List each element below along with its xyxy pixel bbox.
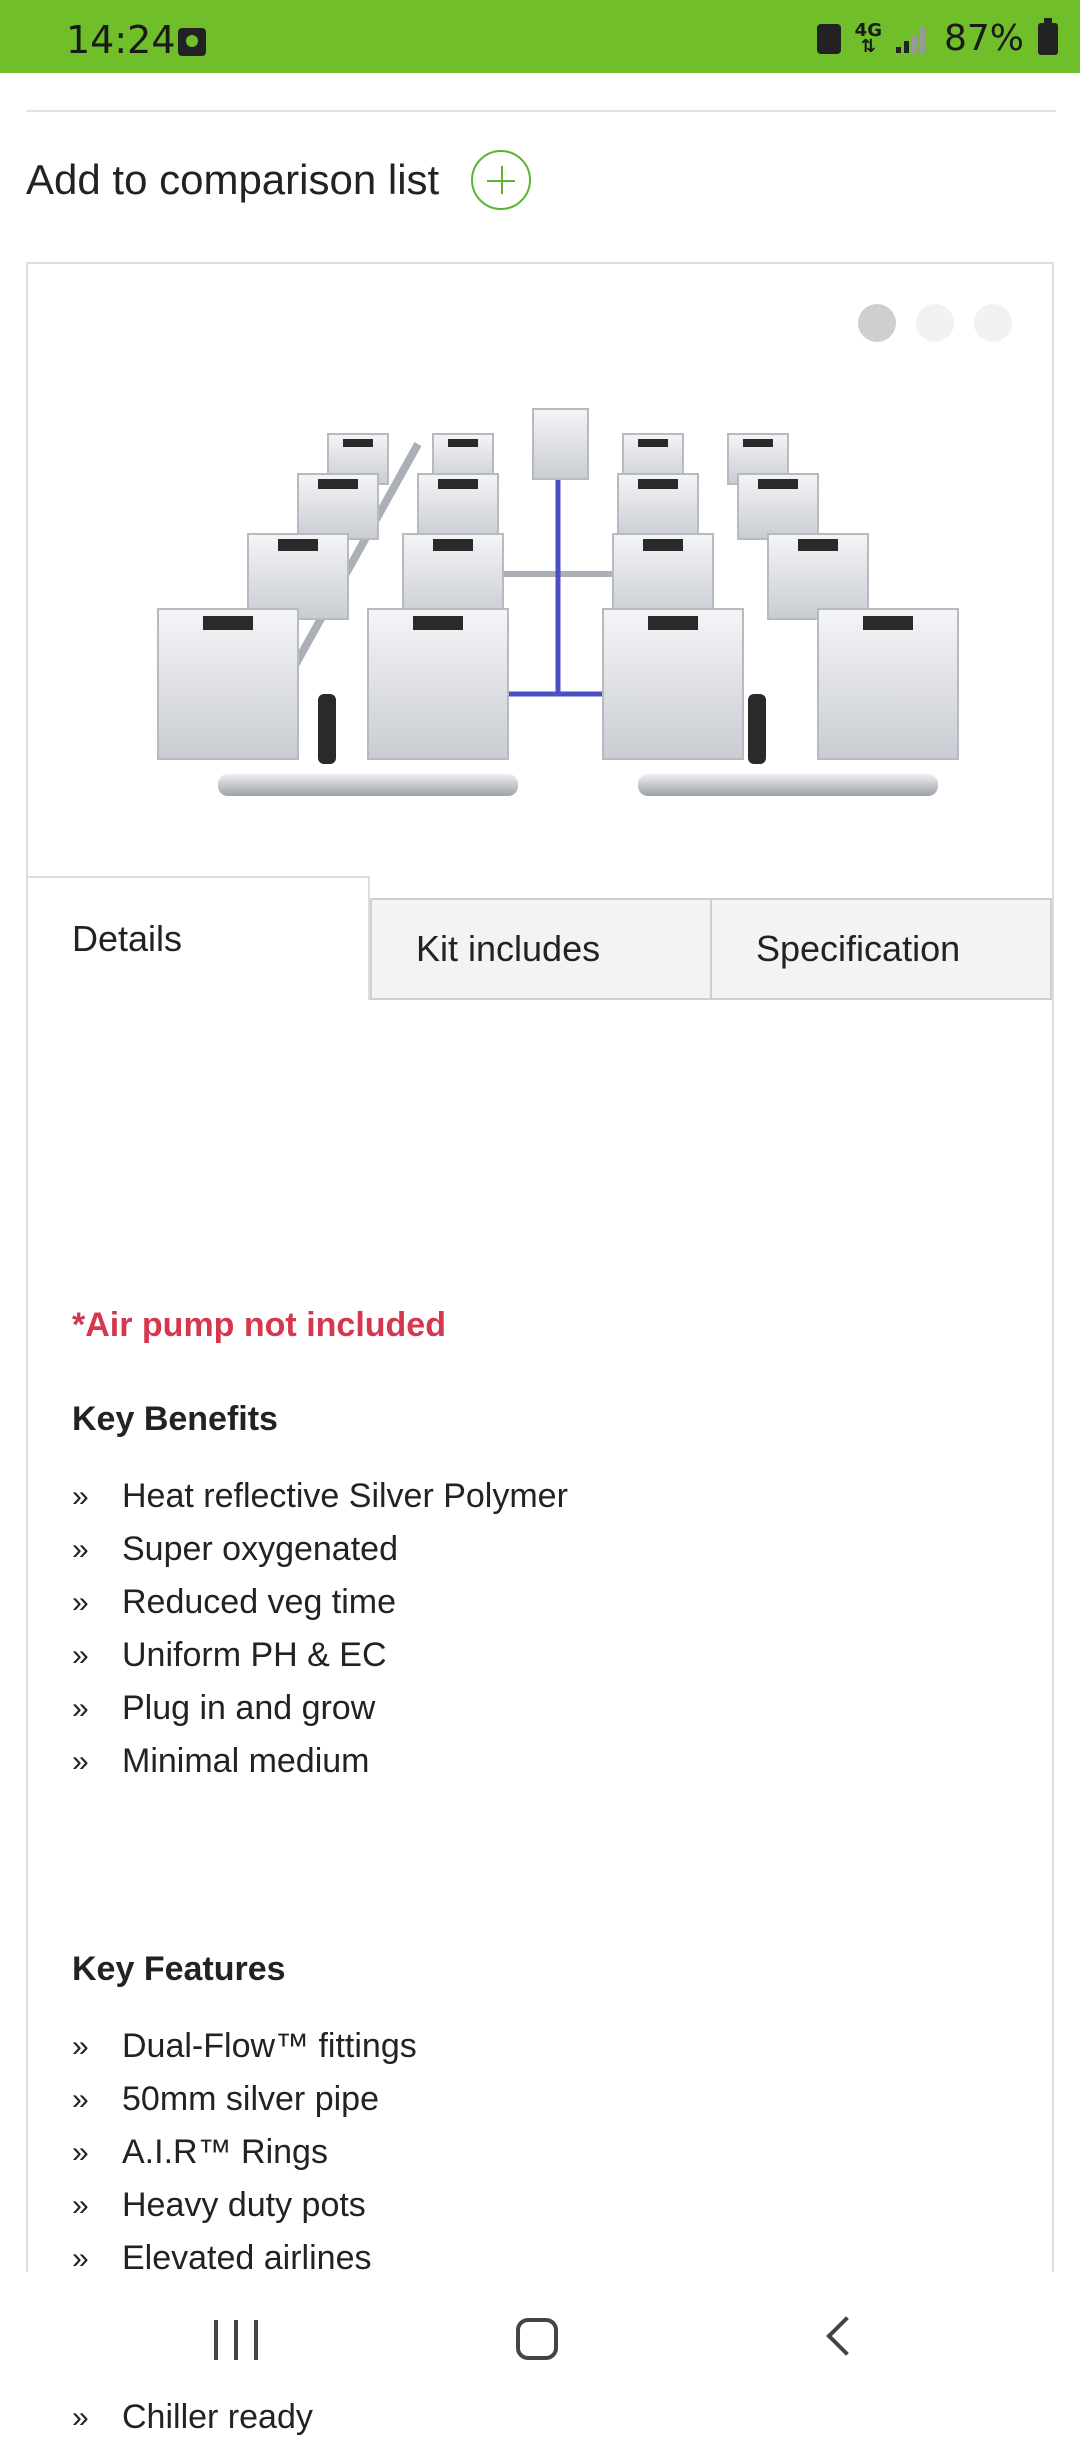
tab-details[interactable]: Details (28, 876, 370, 1000)
network-type: 4G ⇅ (854, 19, 882, 57)
home-button[interactable] (516, 2318, 558, 2360)
gallery-dot-3[interactable] (974, 304, 1012, 342)
product-image (157, 408, 959, 796)
divider (26, 110, 1056, 112)
gallery-dot-2[interactable] (916, 304, 954, 342)
bullet-glyph: » (72, 2083, 89, 2116)
list-item-text: Super oxygenated (122, 1530, 398, 1568)
comparison-label: Add to comparison list (26, 156, 440, 203)
product-card: Details Kit includes Specification *Air … (26, 262, 1054, 2436)
bullet-glyph: » (72, 1480, 89, 1513)
bullet-glyph: » (72, 2030, 89, 2063)
gallery-dot-1[interactable] (858, 304, 896, 342)
recycle-icon (816, 23, 841, 54)
bullet-glyph: » (72, 1533, 89, 1566)
battery-icon (1038, 17, 1058, 55)
list-item-text: Minimal medium (122, 1742, 370, 1780)
list-item: » Dual-Flow™ fittings (72, 2020, 417, 2073)
list-item: » Super oxygenated (72, 1523, 568, 1576)
comparison-row[interactable]: Add to comparison list (26, 150, 532, 210)
product-tabs: Details Kit includes Specification (28, 876, 1052, 1000)
list-item-text: Uniform PH & EC (122, 1636, 387, 1674)
add-circle-icon[interactable] (471, 150, 532, 210)
list-item-text: A.I.R™ Rings (122, 2133, 328, 2171)
list-item-text: Reduced veg time (122, 1583, 397, 1621)
key-benefits-list: » Heat reflective Silver Polymer » Super ox… (72, 1470, 568, 1788)
list-item: » Heat reflective Silver Polymer (72, 1470, 568, 1523)
list-item-text: Heavy duty pots (122, 2186, 366, 2224)
bullet-glyph: » (72, 2136, 89, 2169)
gallery-pagination (858, 304, 1012, 342)
status-icons: 4G ⇅ 87% (816, 17, 1058, 59)
key-features-title: Key Features (72, 1950, 286, 1988)
list-item: » 50mm silver pipe (72, 2073, 417, 2126)
key-benefits-title: Key Benefits (72, 1400, 278, 1438)
air-pump-warning: *Air pump not included (72, 1306, 446, 1344)
media-notification-icon (178, 28, 206, 56)
list-item: » Heavy duty pots (72, 2179, 417, 2232)
list-item: » A.I.R™ Rings (72, 2126, 417, 2179)
product-gallery[interactable] (28, 264, 1052, 876)
list-item: » Uniform PH & EC (72, 1629, 568, 1682)
list-item-text: Plug in and grow (122, 1689, 376, 1727)
signal-icon (895, 25, 930, 53)
back-button[interactable] (826, 2316, 866, 2356)
bullet-glyph: » (72, 1692, 89, 1725)
status-bar: 14:24 4G ⇅ 87% (0, 0, 1080, 73)
list-item: » Minimal medium (72, 1735, 568, 1788)
list-item-text: Dual-Flow™ fittings (122, 2027, 417, 2065)
list-item-text: 50mm silver pipe (122, 2080, 379, 2118)
bullet-glyph: » (72, 1586, 89, 1619)
recent-apps-button[interactable] (214, 2320, 258, 2360)
battery-percent: 87% (943, 18, 1024, 59)
bullet-glyph: » (72, 1639, 89, 1672)
bullet-glyph: » (72, 1745, 89, 1778)
tab-specification[interactable]: Specification (710, 898, 1052, 1000)
list-item-text: Heat reflective Silver Polymer (122, 1477, 568, 1515)
list-item: » Reduced veg time (72, 1576, 568, 1629)
bullet-glyph: » (72, 2189, 89, 2222)
system-nav-bar (0, 2272, 1080, 2400)
list-item: » Plug in and grow (72, 1682, 568, 1735)
tab-kit-includes[interactable]: Kit includes (370, 898, 712, 1000)
status-time: 14:24 (66, 18, 176, 62)
